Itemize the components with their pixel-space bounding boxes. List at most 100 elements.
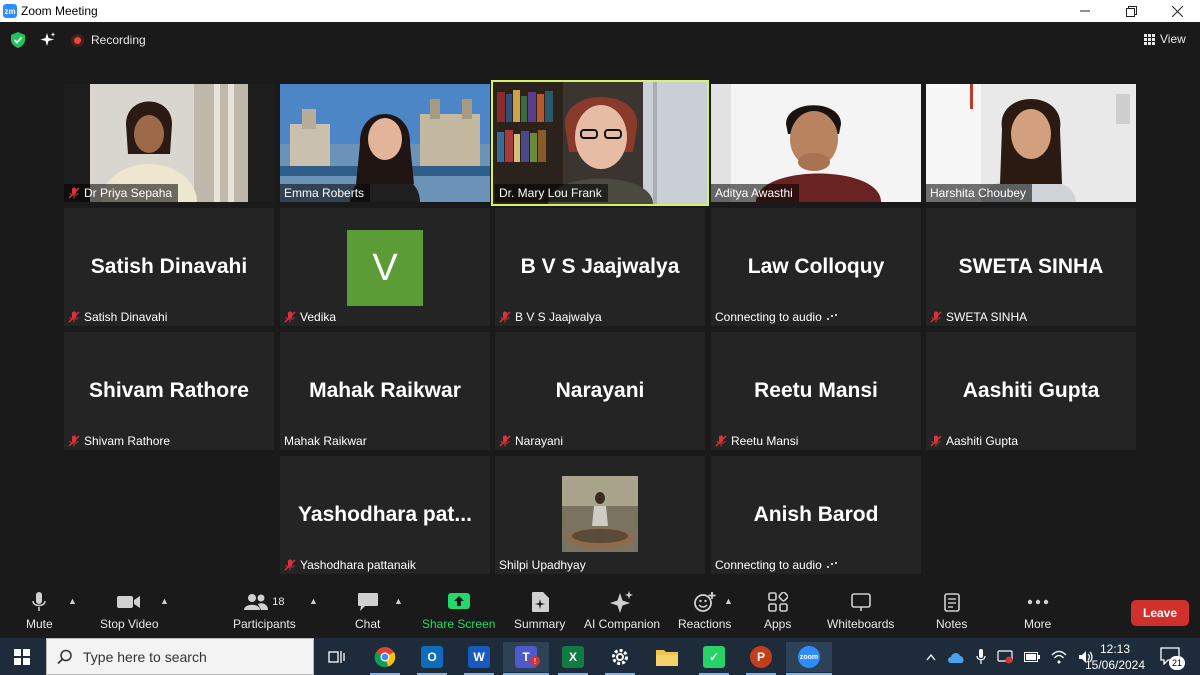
teams-icon[interactable]: T ! — [503, 642, 549, 672]
recording-label[interactable]: Recording — [91, 33, 146, 47]
participant-tile[interactable]: B V S Jaajwalya B V S Jaajwalya — [495, 208, 705, 326]
summary-button[interactable]: Summary — [514, 592, 565, 631]
view-label: View — [1160, 32, 1186, 46]
task-view-icon[interactable] — [322, 642, 352, 672]
participant-tile[interactable]: Narayani Narayani — [495, 332, 705, 450]
teams-alert-badge: ! — [530, 656, 540, 666]
clock-time: 12:13 — [1099, 642, 1131, 656]
participant-big-name: B V S Jaajwalya — [520, 255, 680, 278]
muted-microphone-icon — [499, 311, 511, 323]
restore-icon — [1125, 5, 1137, 17]
zoom-taskbar-icon[interactable]: zoom — [786, 642, 832, 672]
whatsapp-icon[interactable]: ✓ — [699, 642, 729, 672]
participant-tile[interactable]: Dr Priya Sepaha — [64, 84, 274, 202]
participant-tile-active-speaker[interactable]: Dr. Mary Lou Frank — [491, 80, 709, 206]
view-button[interactable]: View — [1144, 32, 1186, 46]
outlook-icon[interactable]: O — [417, 642, 447, 672]
connecting-dots-icon — [826, 562, 837, 568]
leave-button[interactable]: Leave — [1131, 600, 1189, 626]
participant-name-label: Vedika — [280, 308, 342, 326]
reactions-options-chevron-icon[interactable]: ▲ — [724, 596, 733, 606]
participant-name-label: SWETA SINHA — [926, 308, 1033, 326]
chat-button[interactable]: Chat — [355, 592, 380, 631]
participant-name-label: Shivam Rathore — [64, 432, 176, 450]
participant-tile[interactable]: Emma Roberts — [280, 84, 490, 202]
chrome-icon[interactable] — [370, 642, 400, 672]
muted-microphone-icon — [68, 187, 80, 199]
muted-microphone-icon — [284, 311, 296, 323]
participant-name-label: Satish Dinavahi — [64, 308, 173, 326]
participant-tile[interactable]: Shilpi Upadhyay — [495, 456, 705, 574]
windows-taskbar: Type here to search O W T ! X ✓ P zoom 1… — [0, 638, 1200, 675]
more-ellipsis-icon — [1027, 599, 1048, 605]
participants-button[interactable]: 18 Participants — [233, 592, 296, 631]
search-placeholder: Type here to search — [83, 648, 207, 665]
window-title: Zoom Meeting — [21, 4, 98, 18]
participant-name-label: Mahak Raikwar — [284, 434, 367, 448]
participant-name-label: Emma Roberts — [280, 184, 371, 202]
settings-gear-icon[interactable] — [605, 642, 635, 672]
participant-tile[interactable]: Harshita Choubey — [926, 84, 1136, 202]
muted-microphone-icon — [930, 311, 942, 323]
notes-button[interactable]: Notes — [936, 592, 967, 631]
participant-big-name: Satish Dinavahi — [90, 255, 248, 278]
participant-name-label: Aashiti Gupta — [926, 432, 1024, 450]
taskbar-clock[interactable]: 12:13 15/06/2024 — [1082, 641, 1148, 673]
microphone-tray-icon[interactable] — [976, 648, 986, 665]
restore-button[interactable] — [1108, 0, 1154, 22]
ai-companion-button[interactable]: AI Companion — [584, 591, 660, 631]
summary-document-icon — [531, 592, 549, 612]
show-hidden-icons-chevron-icon[interactable] — [926, 653, 936, 661]
participant-tile[interactable]: V Vedika — [280, 208, 490, 326]
participant-tile[interactable]: Yashodhara pat... Yashodhara pattanaik — [280, 456, 490, 574]
taskbar-search-box[interactable]: Type here to search — [46, 638, 314, 675]
participant-profile-photo — [562, 476, 638, 552]
more-button[interactable]: More — [1024, 592, 1051, 631]
stop-video-button[interactable]: Stop Video — [100, 592, 159, 631]
mute-options-chevron-icon[interactable]: ▲ — [68, 596, 77, 606]
participant-tile[interactable]: Aditya Awasthi — [711, 84, 921, 202]
participant-tile[interactable]: SWETA SINHA SWETA SINHA — [926, 208, 1136, 326]
participant-tile[interactable]: Satish Dinavahi Satish Dinavahi — [64, 208, 274, 326]
file-explorer-icon[interactable] — [652, 642, 682, 672]
notes-icon — [943, 593, 960, 612]
participant-tile[interactable]: Anish Barod Connecting to audio — [711, 456, 921, 574]
search-icon — [57, 649, 72, 664]
share-screen-button[interactable]: Share Screen — [422, 592, 495, 631]
whiteboards-button[interactable]: Whiteboards — [827, 592, 894, 631]
video-options-chevron-icon[interactable]: ▲ — [160, 596, 169, 606]
close-button[interactable] — [1154, 0, 1200, 22]
whiteboard-icon — [850, 593, 871, 611]
participant-name-label: Dr. Mary Lou Frank — [495, 184, 608, 202]
excel-icon[interactable]: X — [558, 642, 588, 672]
minimize-button[interactable] — [1062, 0, 1108, 22]
onedrive-cloud-icon[interactable] — [947, 651, 965, 663]
participant-name-label: Reetu Mansi — [711, 432, 804, 450]
battery-icon[interactable] — [1024, 651, 1040, 662]
chat-bubble-icon — [357, 593, 378, 611]
mute-button[interactable]: Mute — [26, 592, 53, 631]
participant-tile[interactable]: Aashiti Gupta Aashiti Gupta — [926, 332, 1136, 450]
windows-start-icon[interactable] — [14, 649, 30, 665]
chat-options-chevron-icon[interactable]: ▲ — [394, 596, 403, 606]
powerpoint-icon[interactable]: P — [746, 642, 776, 672]
participant-name-label: Connecting to audio — [711, 556, 844, 574]
participant-tile[interactable]: Reetu Mansi Reetu Mansi — [711, 332, 921, 450]
participant-tile[interactable]: Law Colloquy Connecting to audio — [711, 208, 921, 326]
security-shield-icon[interactable] — [11, 32, 25, 48]
wifi-icon[interactable] — [1051, 650, 1067, 664]
participant-name-label: Harshita Choubey — [926, 184, 1033, 202]
participant-tile[interactable]: Mahak Raikwar Mahak Raikwar — [280, 332, 490, 450]
screen-share-tray-icon[interactable] — [997, 649, 1013, 665]
participant-name-label: Dr Priya Sepaha — [64, 184, 179, 202]
microphone-icon — [32, 592, 47, 611]
word-icon[interactable]: W — [464, 642, 494, 672]
participant-big-name: Anish Barod — [753, 503, 879, 526]
ai-sparkle-icon[interactable] — [40, 32, 56, 48]
muted-microphone-icon — [68, 311, 80, 323]
participant-avatar: V — [347, 230, 423, 306]
participants-options-chevron-icon[interactable]: ▲ — [309, 596, 318, 606]
participant-tile[interactable]: Shivam Rathore Shivam Rathore — [64, 332, 274, 450]
recording-indicator-icon[interactable] — [71, 34, 84, 47]
apps-button[interactable]: Apps — [764, 592, 791, 631]
